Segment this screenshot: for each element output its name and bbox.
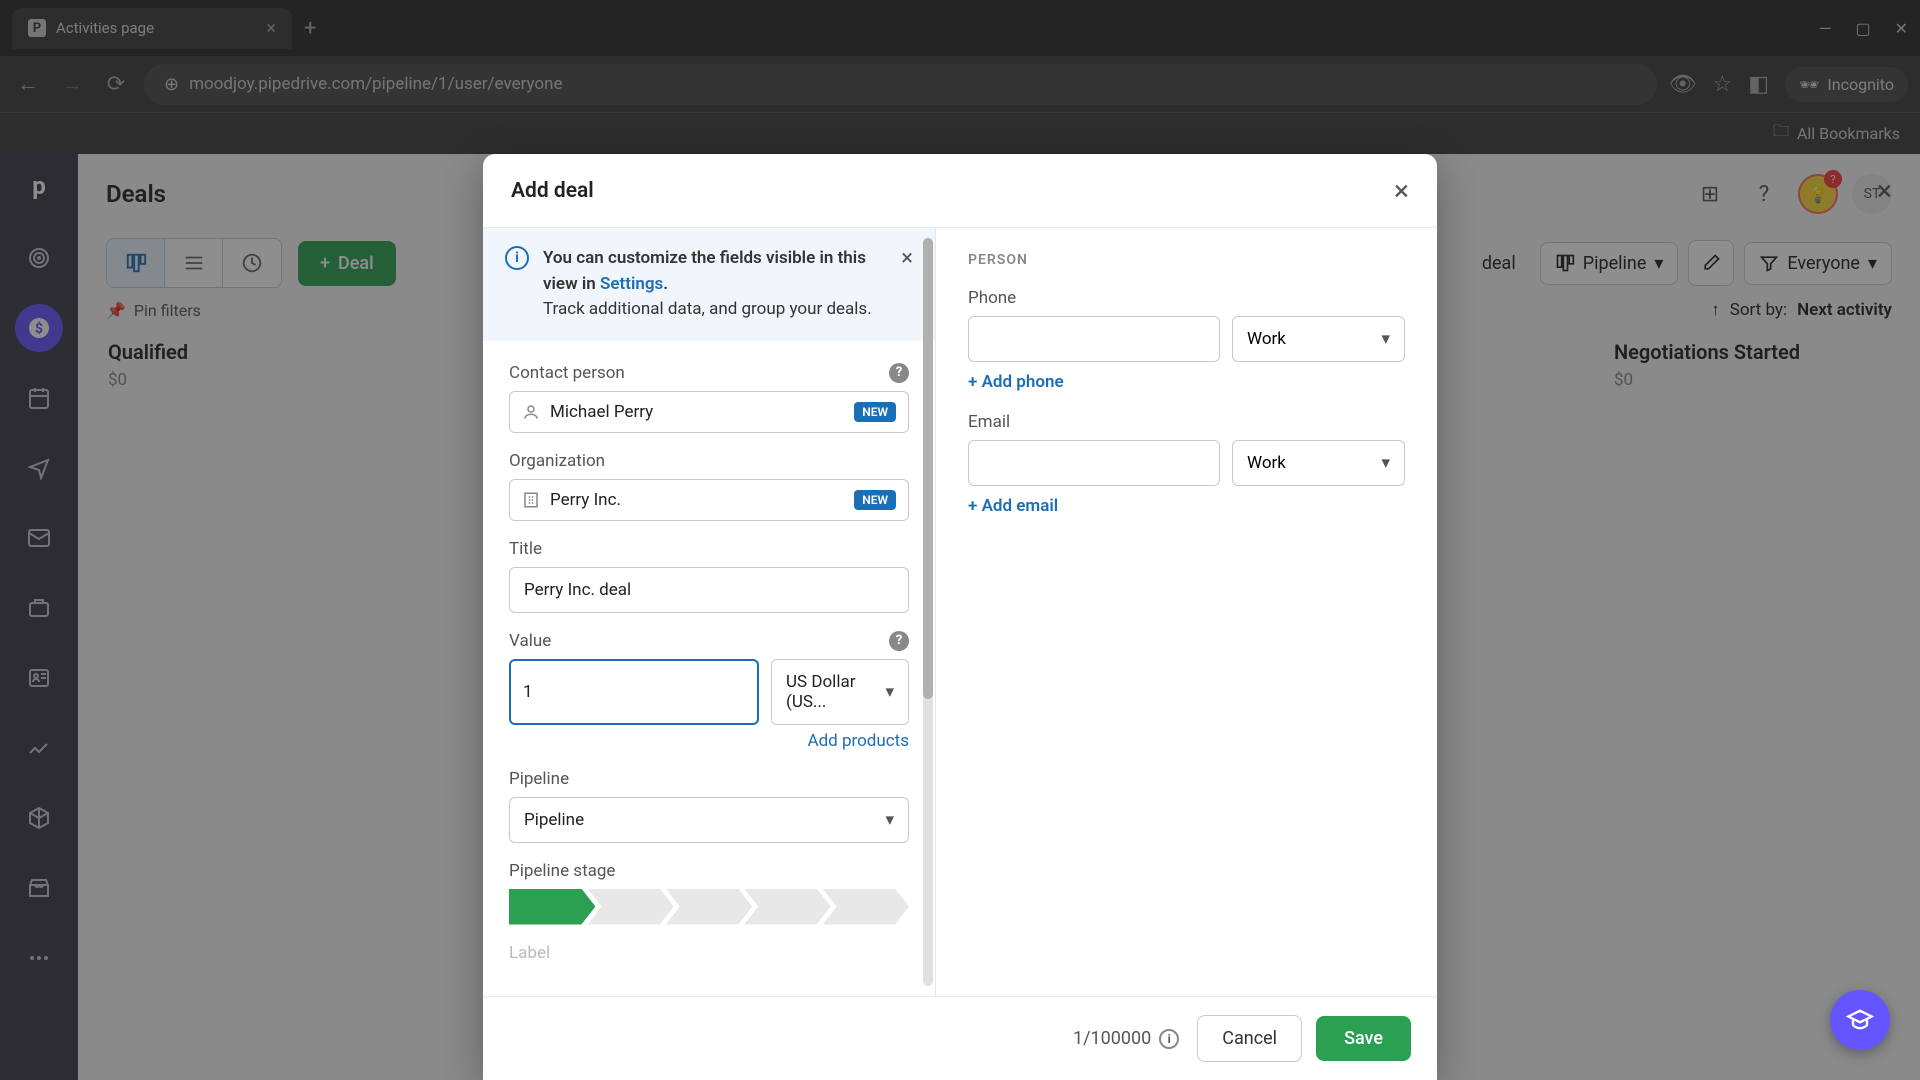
add-email-link[interactable]: + Add email xyxy=(968,496,1058,516)
title-label: Title xyxy=(509,539,909,559)
stage-2[interactable] xyxy=(587,889,673,925)
modal-right-panel: PERSON Phone Work ▾ + Add phone Email Wo… xyxy=(935,228,1437,996)
contact-person-input[interactable]: Michael Perry NEW xyxy=(509,391,909,433)
phone-type-select[interactable]: Work ▾ xyxy=(1232,316,1405,362)
chevron-down-icon: ▾ xyxy=(1381,453,1390,473)
character-count: 1/100000 i xyxy=(1073,1028,1179,1049)
modal-left-panel: i You can customize the fields visible i… xyxy=(483,228,935,996)
graduation-cap-icon xyxy=(1846,1006,1874,1034)
email-type-value: Work xyxy=(1247,453,1286,473)
organization-label: Organization xyxy=(509,451,909,471)
email-input[interactable] xyxy=(968,440,1220,486)
modal-header: Add deal × xyxy=(483,154,1437,227)
organization-input[interactable]: Perry Inc. NEW xyxy=(509,479,909,521)
label-label: Label xyxy=(509,943,909,963)
contact-person-label: Contact person ? xyxy=(509,363,909,383)
help-icon[interactable]: ? xyxy=(889,631,909,651)
info-text: You can customize the fields visible in … xyxy=(543,246,887,323)
email-label: Email xyxy=(968,412,1405,432)
organization-value: Perry Inc. xyxy=(550,490,854,510)
add-phone-link[interactable]: + Add phone xyxy=(968,372,1064,392)
modal-title: Add deal xyxy=(511,179,594,203)
pipeline-stage-label: Pipeline stage xyxy=(509,861,909,881)
modal-footer: 1/100000 i Cancel Save xyxy=(483,996,1437,1080)
value-label: Value ? xyxy=(509,631,909,651)
phone-type-value: Work xyxy=(1247,329,1286,349)
help-fab[interactable] xyxy=(1830,990,1890,1050)
scrollbar-thumb[interactable] xyxy=(923,238,933,699)
value-amount-input[interactable] xyxy=(509,659,759,725)
contact-person-value: Michael Perry xyxy=(550,402,854,422)
add-deal-modal: Add deal × i You can customize the field… xyxy=(483,154,1437,1080)
modal-close-icon[interactable]: × xyxy=(1394,174,1409,207)
info-banner: i You can customize the fields visible i… xyxy=(483,228,935,341)
chevron-down-icon: ▾ xyxy=(1381,329,1390,349)
person-icon xyxy=(522,403,540,421)
pipeline-value: Pipeline xyxy=(524,810,584,830)
stage-5[interactable] xyxy=(823,889,909,925)
chevron-down-icon: ▾ xyxy=(885,810,894,830)
stage-4[interactable] xyxy=(744,889,830,925)
stage-3[interactable] xyxy=(666,889,752,925)
pipeline-stage-selector xyxy=(509,889,909,925)
building-icon xyxy=(522,491,540,509)
phone-input[interactable] xyxy=(968,316,1220,362)
pipeline-select[interactable]: Pipeline ▾ xyxy=(509,797,909,843)
cancel-button[interactable]: Cancel xyxy=(1197,1015,1302,1062)
new-badge: NEW xyxy=(854,402,896,422)
pipeline-label: Pipeline xyxy=(509,769,909,789)
chevron-down-icon: ▾ xyxy=(885,682,894,702)
info-close-icon[interactable]: × xyxy=(901,246,913,271)
settings-link[interactable]: Settings xyxy=(600,274,663,294)
info-icon[interactable]: i xyxy=(1159,1029,1179,1049)
info-icon: i xyxy=(505,246,529,270)
stage-1[interactable] xyxy=(509,889,595,925)
email-type-select[interactable]: Work ▾ xyxy=(1232,440,1405,486)
add-products-link[interactable]: Add products xyxy=(509,731,909,751)
title-input[interactable] xyxy=(509,567,909,613)
phone-label: Phone xyxy=(968,288,1405,308)
new-badge: NEW xyxy=(854,490,896,510)
currency-value: US Dollar (US... xyxy=(786,672,885,712)
save-button[interactable]: Save xyxy=(1316,1016,1411,1061)
person-section-title: PERSON xyxy=(968,252,1405,268)
currency-select[interactable]: US Dollar (US... ▾ xyxy=(771,659,909,725)
help-icon[interactable]: ? xyxy=(889,363,909,383)
